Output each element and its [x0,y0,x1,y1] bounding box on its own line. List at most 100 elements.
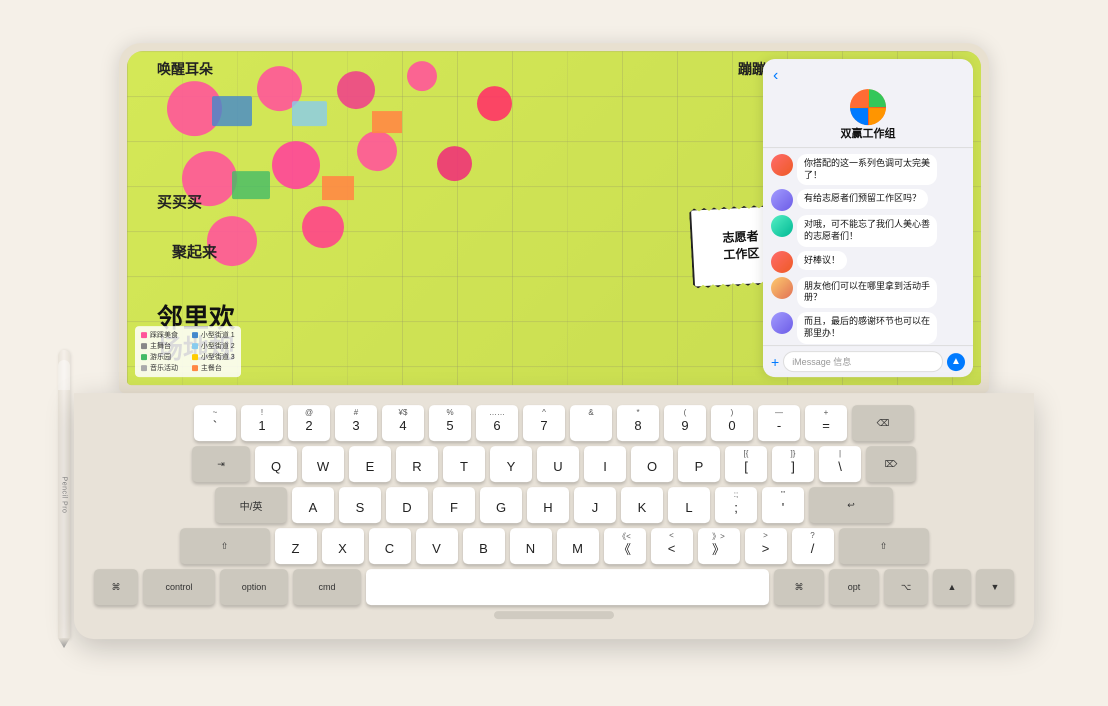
map-circle [272,141,320,189]
key-shift-left[interactable]: ⇧ [180,528,270,564]
map-circle [437,146,472,181]
ipad-screen: 唤醒耳朵 蹦蹦 买买买 聚起来 邻里欢 场地规 志愿者工作区 [127,51,981,385]
key-cmd-left[interactable]: cmd [293,569,361,605]
key-7[interactable]: ^7 [523,405,565,441]
key-delete-fwd[interactable]: ⌦ [866,446,916,482]
key-3[interactable]: #3 [335,405,377,441]
key-space[interactable] [366,569,769,605]
messages-body: 你搭配的这一系列色调可太完美了！ 有给志愿者们预留工作区吗？ 对哦，可不能忘了我… [763,148,973,345]
key-b[interactable]: B [463,528,505,564]
key-ampersand[interactable]: & [570,405,612,441]
key-bracket-right[interactable]: ]}] [772,446,814,482]
attachment-icon[interactable]: + [771,354,779,370]
trackpad-area [94,611,1014,619]
key-m[interactable]: M [557,528,599,564]
key-backspace[interactable]: ⌫ [852,405,914,441]
key-opt[interactable]: opt [829,569,879,605]
key-2[interactable]: @2 [288,405,330,441]
message-input-field[interactable]: iMessage 信息 [783,351,943,372]
key-angle-right[interactable]: 》>》 [698,528,740,564]
msg-avatar [771,251,793,273]
key-c[interactable]: C [369,528,411,564]
key-tilde[interactable]: ~` [194,405,236,441]
key-n[interactable]: N [510,528,552,564]
ipad: 唤醒耳朵 蹦蹦 买买买 聚起来 邻里欢 场地规 志愿者工作区 [119,43,989,393]
key-z[interactable]: Z [275,528,317,564]
key-control[interactable]: control [143,569,215,605]
key-i[interactable]: I [584,446,626,482]
msg-bubble: 而且，最后的感谢环节也可以在那里办！ [797,312,937,343]
map-building [232,171,270,199]
key-quote[interactable]: "'' [762,487,804,523]
key-return[interactable]: ↩ [809,487,893,523]
messages-back[interactable]: ‹ [773,67,963,85]
key-o[interactable]: O [631,446,673,482]
key-u[interactable]: U [537,446,579,482]
key-globe[interactable]: ⌘ [94,569,138,605]
send-button[interactable]: ▲ [947,353,965,371]
key-a[interactable]: A [292,487,334,523]
key-5[interactable]: %5 [429,405,471,441]
key-k[interactable]: K [621,487,663,523]
message-item: 你搭配的这一系列色调可太完美了！ [771,154,965,185]
apple-pencil: Pencil Pro [58,350,70,640]
key-angle-left[interactable]: 《<《 [604,528,646,564]
key-option[interactable]: option [220,569,288,605]
msg-avatar [771,312,793,334]
key-cmd-right[interactable]: ⌘ [774,569,824,605]
msg-avatar [771,277,793,299]
key-bracket-left[interactable]: [{[ [725,446,767,482]
message-item: 对哦，可不能忘了我们人美心善的志愿者们！ [771,215,965,246]
key-8[interactable]: *8 [617,405,659,441]
key-p[interactable]: P [678,446,720,482]
key-caps[interactable]: 中/英 [215,487,287,523]
key-l[interactable]: L [668,487,710,523]
ipad-keyboard-combo: 唤醒耳朵 蹦蹦 买买买 聚起来 邻里欢 场地规 志愿者工作区 [74,43,1034,639]
msg-avatar [771,215,793,237]
key-d[interactable]: D [386,487,428,523]
map-building [322,176,354,200]
keyboard-row-asdf: 中/英 A S D F G H J K L :;; "'' ↩ [94,487,1014,523]
key-g[interactable]: G [480,487,522,523]
keyboard: ~` !1 @2 #3 ¥$4 %5 ……6 ^7 & *8 (9 )0 —- … [74,393,1034,639]
trackpad-indicator [494,611,614,619]
key-tab[interactable]: ⇥ [192,446,250,482]
key-4[interactable]: ¥$4 [382,405,424,441]
key-alt-right[interactable]: ⌥ [884,569,928,605]
key-0[interactable]: )0 [711,405,753,441]
key-9[interactable]: (9 [664,405,706,441]
key-f[interactable]: F [433,487,475,523]
key-backslash[interactable]: |\ [819,446,861,482]
key-arrow-down[interactable]: ▼ [976,569,1014,605]
key-minus[interactable]: —- [758,405,800,441]
key-arrow-up[interactable]: ▲ [933,569,971,605]
keyboard-row-numbers: ~` !1 @2 #3 ¥$4 %5 ……6 ^7 & *8 (9 )0 —- … [94,405,1014,441]
key-slash[interactable]: ?/ [792,528,834,564]
pencil-tip [58,638,70,648]
key-gt[interactable]: >> [745,528,787,564]
key-v[interactable]: V [416,528,458,564]
key-1[interactable]: !1 [241,405,283,441]
message-item: 朋友他们可以在哪里拿到活动手册？ [771,277,965,308]
key-e[interactable]: E [349,446,391,482]
key-shift-right[interactable]: ⇧ [839,528,929,564]
key-equals[interactable]: += [805,405,847,441]
key-6[interactable]: ……6 [476,405,518,441]
key-h[interactable]: H [527,487,569,523]
key-y[interactable]: Y [490,446,532,482]
key-t[interactable]: T [443,446,485,482]
group-avatar [850,89,886,125]
back-arrow-icon[interactable]: ‹ [773,67,778,85]
key-r[interactable]: R [396,446,438,482]
key-j[interactable]: J [574,487,616,523]
key-s[interactable]: S [339,487,381,523]
key-semicolon[interactable]: :;; [715,487,757,523]
key-lt[interactable]: << [651,528,693,564]
messages-header: ‹ 双赢工作组 [763,59,973,148]
map-label-top2: 蹦蹦 [738,59,766,79]
key-w[interactable]: W [302,446,344,482]
message-item: 好棒议！ [771,251,965,273]
key-x[interactable]: X [322,528,364,564]
key-q[interactable]: Q [255,446,297,482]
msg-bubble: 你搭配的这一系列色调可太完美了！ [797,154,937,185]
